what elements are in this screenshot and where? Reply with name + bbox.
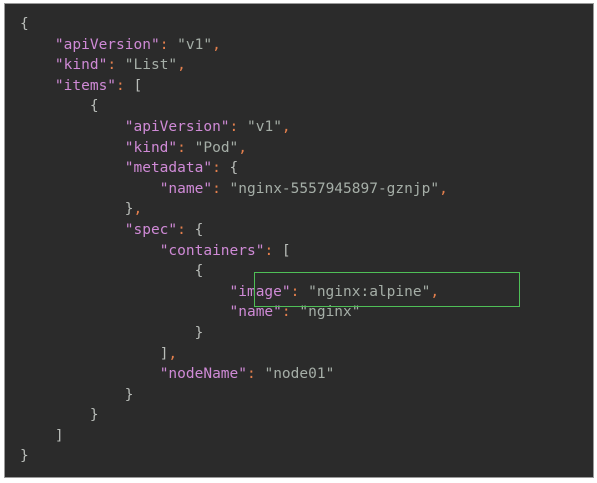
json-punctuation: : [264, 242, 282, 259]
json-punctuation: : [159, 36, 178, 53]
code-line: "metadata": { [20, 158, 448, 179]
code-line: "containers": [ [20, 241, 448, 262]
code-line: ] [20, 426, 448, 447]
json-punctuation: : [247, 366, 265, 383]
json-string-value: "nginx-5557945897-gznjp" [229, 180, 440, 197]
json-punctuation: : [212, 160, 230, 177]
json-punctuation: : [116, 77, 134, 94]
json-punctuation: : [107, 57, 125, 74]
code-line: "spec": { [20, 220, 448, 241]
code-line: { [20, 14, 448, 35]
json-bracket: } [124, 386, 134, 403]
code-line: ], [20, 344, 448, 365]
code-line: } [20, 323, 448, 344]
json-key: "metadata" [124, 160, 213, 177]
json-string-value: "Pod" [194, 139, 239, 156]
json-punctuation: : [177, 139, 195, 156]
json-punctuation: , [281, 118, 291, 135]
json-key: "kind" [124, 139, 178, 156]
code-line: "kind": "Pod", [20, 138, 448, 159]
json-punctuation: , [212, 36, 221, 53]
json-punctuation: : [212, 180, 230, 197]
json-punctuation: , [133, 201, 143, 218]
code-line: "items": [ [20, 76, 448, 97]
json-string-value: "v1" [177, 36, 213, 53]
json-string-value: "List" [124, 57, 178, 74]
json-punctuation: , [177, 57, 186, 74]
json-code-block: { "apiVersion": "v1", "kind": "List", "i… [20, 14, 448, 467]
json-bracket: [ [281, 242, 291, 259]
json-code-panel: { "apiVersion": "v1", "kind": "List", "i… [4, 3, 594, 478]
code-line: } [20, 405, 448, 426]
code-line: "apiVersion": "v1", [20, 35, 448, 56]
code-line: }, [20, 199, 448, 220]
json-string-value: "node01" [264, 366, 335, 383]
json-key: "apiVersion" [124, 118, 230, 135]
code-line: { [20, 96, 448, 117]
json-string-value: "v1" [247, 118, 282, 135]
json-bracket: ] [54, 427, 64, 444]
json-bracket: { [229, 160, 239, 177]
json-punctuation: , [168, 345, 178, 362]
json-key: "spec" [124, 221, 178, 238]
json-punctuation: , [439, 180, 448, 197]
code-line: "name": "nginx-5557945897-gznjp", [20, 179, 448, 200]
json-bracket: } [194, 324, 204, 341]
code-line: "nodeName": "node01" [20, 364, 448, 385]
json-bracket: } [124, 201, 134, 218]
json-key: "kind" [54, 57, 108, 74]
json-key: "containers" [159, 242, 265, 259]
json-punctuation: , [238, 139, 248, 156]
json-bracket: { [20, 16, 29, 32]
code-line: } [20, 385, 448, 406]
json-key: "items" [54, 77, 117, 94]
json-bracket: { [89, 98, 99, 115]
json-bracket: [ [133, 77, 143, 94]
json-bracket: } [89, 407, 99, 424]
json-key: "apiVersion" [54, 36, 160, 53]
highlight-box [254, 272, 520, 307]
code-line: } [20, 446, 448, 467]
json-bracket: { [194, 221, 204, 238]
json-punctuation: : [229, 118, 247, 135]
json-key: "nodeName" [159, 366, 247, 383]
code-line: "kind": "List", [20, 55, 448, 76]
json-key: "name" [159, 180, 213, 197]
code-line: "apiVersion": "v1", [20, 117, 448, 138]
json-bracket: { [194, 263, 204, 280]
json-punctuation: : [177, 221, 195, 238]
json-bracket: } [20, 448, 29, 465]
